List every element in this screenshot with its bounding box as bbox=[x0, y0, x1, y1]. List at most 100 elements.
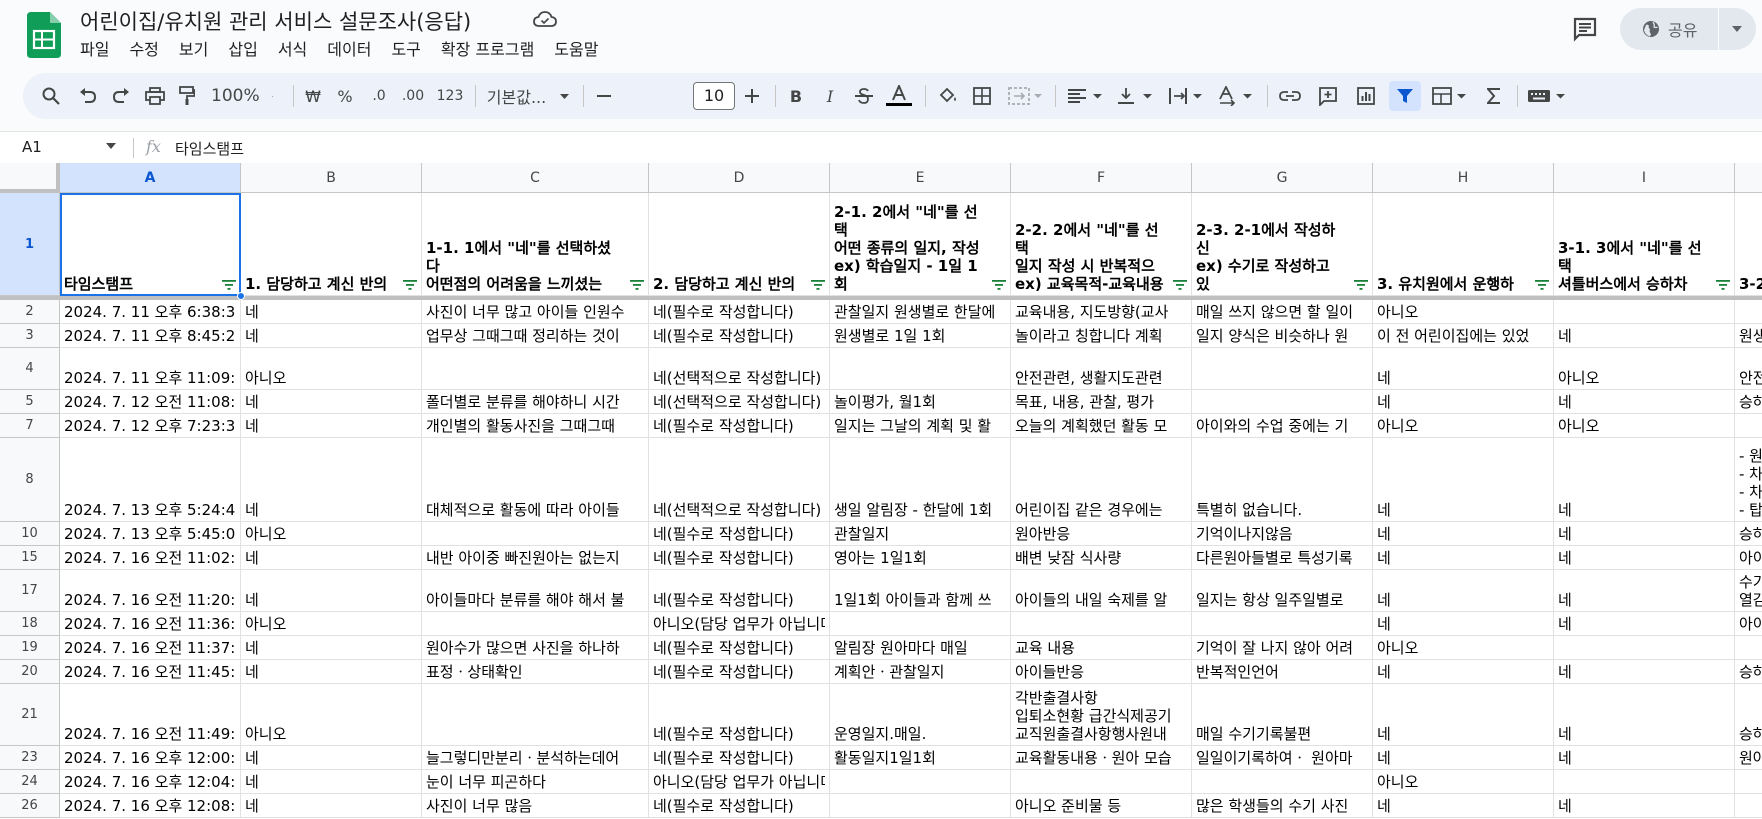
font-size-input[interactable]: 10 bbox=[693, 82, 735, 110]
paint-format-button[interactable] bbox=[173, 81, 201, 111]
table-cell[interactable]: 네 bbox=[241, 390, 422, 414]
table-cell[interactable]: 아니오 bbox=[1373, 770, 1554, 794]
column-filter-icon[interactable] bbox=[1535, 280, 1549, 290]
table-cell[interactable]: 네 bbox=[241, 300, 422, 324]
table-cell[interactable]: 아니오 bbox=[1373, 300, 1554, 324]
table-cell[interactable]: 목표, 내용, 관찰, 평가 bbox=[1011, 390, 1192, 414]
column-header[interactable]: A bbox=[60, 163, 241, 193]
table-cell[interactable]: 네 bbox=[1373, 546, 1554, 570]
table-cell[interactable]: 네 bbox=[1554, 324, 1735, 348]
table-cell[interactable]: 아니오(담당 업무가 아닙니다) bbox=[649, 612, 830, 636]
table-cell[interactable] bbox=[830, 612, 1011, 636]
print-button[interactable] bbox=[141, 81, 169, 111]
table-cell[interactable]: 네 bbox=[1373, 438, 1554, 522]
table-cell[interactable] bbox=[1192, 348, 1373, 390]
undo-button[interactable] bbox=[74, 81, 102, 111]
table-cell[interactable] bbox=[422, 684, 649, 746]
table-cell[interactable]: 아니오 bbox=[1373, 414, 1554, 438]
table-cell[interactable]: 네(필수로 작성합니다) bbox=[649, 660, 830, 684]
table-cell[interactable]: 1일1회 아이들과 함께 쓰 bbox=[830, 570, 1011, 612]
table-cell[interactable]: 관찰일지 원생별로 한달에 bbox=[830, 300, 1011, 324]
header-cell[interactable]: 2-1. 2에서 "네"를 선택 어떤 종류의 일지, 작성 ex) 학습일지 … bbox=[830, 193, 1011, 296]
bold-button[interactable]: B bbox=[781, 81, 811, 111]
table-cell[interactable]: 안전관련, 생활지도관련 bbox=[1011, 348, 1192, 390]
table-cell[interactable]: 아니오 bbox=[1554, 414, 1735, 438]
header-cell[interactable]: 2-3. 2-1에서 작성하신 ex) 수기로 작성하고 있 bbox=[1192, 193, 1373, 296]
table-cell[interactable]: 네 bbox=[1554, 570, 1735, 612]
table-cell[interactable]: 아이와의 수업 중에는 기 bbox=[1192, 414, 1373, 438]
table-cell[interactable]: 내반 아이중 빠진원아는 없는지 bbox=[422, 546, 649, 570]
caret-down-icon[interactable] bbox=[106, 143, 116, 149]
table-cell[interactable] bbox=[1554, 300, 1735, 324]
menu-file[interactable]: 파일 bbox=[70, 38, 119, 62]
row-header[interactable]: 8 bbox=[0, 438, 60, 522]
table-cell[interactable]: 네(필수로 작성합니다) bbox=[649, 636, 830, 660]
header-cell[interactable]: 1-1. 1에서 "네"를 선택하셨다 어떤점의 어려움을 느끼셨는 bbox=[422, 193, 649, 296]
table-cell[interactable]: 네 bbox=[1373, 684, 1554, 746]
table-cell[interactable] bbox=[422, 348, 649, 390]
column-filter-icon[interactable] bbox=[630, 280, 644, 290]
table-cell[interactable]: 승하 bbox=[1735, 390, 1762, 414]
header-cell[interactable]: 3-2 bbox=[1735, 193, 1762, 296]
row-header[interactable]: 15 bbox=[0, 546, 60, 570]
table-cell[interactable]: 네 bbox=[241, 746, 422, 770]
table-cell[interactable]: 안전 bbox=[1735, 348, 1762, 390]
table-cell[interactable]: 아니오(담당 업무가 아닙니다) bbox=[649, 770, 830, 794]
table-cell[interactable]: 아이들반응 bbox=[1011, 660, 1192, 684]
table-cell[interactable]: 놀이라고 칭합니다 계획 bbox=[1011, 324, 1192, 348]
table-cell[interactable]: 알림장 원아마다 매일 bbox=[830, 636, 1011, 660]
column-filter-icon[interactable] bbox=[992, 280, 1006, 290]
table-cell[interactable]: - 원 - 차 - 차 - 탑 bbox=[1735, 438, 1762, 522]
table-cell[interactable]: 생일 알림장 - 한달에 1회 bbox=[830, 438, 1011, 522]
row-header[interactable]: 3 bbox=[0, 324, 60, 348]
table-cell[interactable] bbox=[830, 794, 1011, 818]
column-header[interactable]: F bbox=[1011, 163, 1192, 193]
insert-comment-button[interactable] bbox=[1313, 81, 1343, 111]
table-cell[interactable]: 네 bbox=[1554, 390, 1735, 414]
column-header[interactable]: B bbox=[241, 163, 422, 193]
menu-help[interactable]: 도움말 bbox=[544, 38, 608, 62]
header-cell[interactable]: 2-2. 2에서 "네"를 선택 일지 작성 시 반복적으 ex) 교육목적-교… bbox=[1011, 193, 1192, 296]
table-cell[interactable]: 2024. 7. 13 오후 5:24:49 bbox=[60, 438, 241, 522]
row-header[interactable]: 10 bbox=[0, 522, 60, 546]
table-cell[interactable]: 폴더별로 분류를 해야하니 시간 bbox=[422, 390, 649, 414]
table-cell[interactable] bbox=[422, 522, 649, 546]
table-cell[interactable]: 네(필수로 작성합니다) bbox=[649, 414, 830, 438]
table-cell[interactable]: 원생 bbox=[1735, 324, 1762, 348]
column-filter-icon[interactable] bbox=[403, 280, 417, 290]
table-cell[interactable]: 2024. 7. 13 오후 5:45:07 bbox=[60, 522, 241, 546]
table-cell[interactable] bbox=[1192, 612, 1373, 636]
table-cell[interactable]: 아이 bbox=[1735, 612, 1762, 636]
table-cell[interactable]: 네 bbox=[1554, 746, 1735, 770]
table-cell[interactable]: 많은 학생들의 수기 사진 bbox=[1192, 794, 1373, 818]
table-cell[interactable]: 기억이 잘 나지 않아 어려 bbox=[1192, 636, 1373, 660]
table-cell[interactable]: 2024. 7. 16 오전 11:02:17 bbox=[60, 546, 241, 570]
table-cell[interactable]: 승하 bbox=[1735, 660, 1762, 684]
row-header[interactable]: 5 bbox=[0, 390, 60, 414]
table-cell[interactable]: 운영일지.매일. bbox=[830, 684, 1011, 746]
table-cell[interactable] bbox=[1735, 770, 1762, 794]
table-cell[interactable]: 2024. 7. 16 오전 11:45:29 bbox=[60, 660, 241, 684]
table-cell[interactable]: 네(선택적으로 작성합니다) bbox=[649, 348, 830, 390]
header-cell[interactable]: 3. 유치원에서 운행하 bbox=[1373, 193, 1554, 296]
table-cell[interactable]: 2024. 7. 16 오후 12:08:10 bbox=[60, 794, 241, 818]
table-cell[interactable] bbox=[1011, 612, 1192, 636]
table-cell[interactable]: 네 bbox=[1373, 660, 1554, 684]
document-title[interactable]: 어린이집/유치원 관리 서비스 설문조사(응답) bbox=[80, 6, 471, 36]
menu-data[interactable]: 데이터 bbox=[317, 38, 381, 62]
table-cell[interactable]: 네 bbox=[241, 438, 422, 522]
table-cell[interactable] bbox=[1735, 636, 1762, 660]
table-cell[interactable] bbox=[1735, 794, 1762, 818]
table-cell[interactable] bbox=[1011, 770, 1192, 794]
table-cell[interactable]: 일지 양식은 비슷하나 원 bbox=[1192, 324, 1373, 348]
column-header[interactable]: D bbox=[649, 163, 830, 193]
decrease-font-size-button[interactable] bbox=[589, 81, 619, 111]
table-cell[interactable]: 늘그렇디만분리ㆍ분석하는데어 bbox=[422, 746, 649, 770]
column-filter-icon[interactable] bbox=[811, 280, 825, 290]
insert-chart-button[interactable] bbox=[1351, 81, 1381, 111]
table-cell[interactable] bbox=[1554, 770, 1735, 794]
row-header[interactable]: 19 bbox=[0, 636, 60, 660]
fill-handle[interactable] bbox=[237, 292, 245, 300]
text-rotation-button[interactable] bbox=[1213, 81, 1257, 111]
filter-views-button[interactable] bbox=[1427, 81, 1471, 111]
